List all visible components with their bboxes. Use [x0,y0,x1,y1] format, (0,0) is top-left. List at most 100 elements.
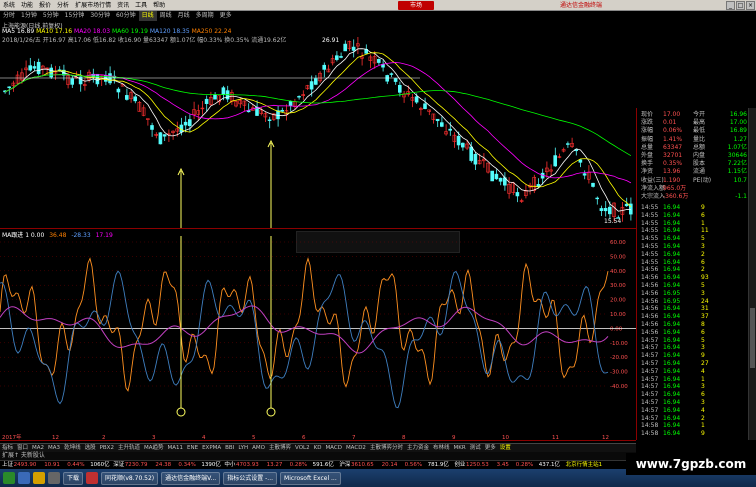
extension-row[interactable]: 扩展↑ 夫新股认 [0,452,636,460]
tick-q: 6 [701,211,705,219]
quote-v2: 1.27 [733,135,747,143]
quote-v1: 63347 [663,143,683,151]
candle-body [133,96,137,102]
tick-q: 5 [701,282,705,289]
tick-p: 16.94 [663,321,681,328]
tick-p: 16.94 [663,305,681,313]
period-tab[interactable]: 1分钟 [18,11,40,21]
candle-body [188,119,192,127]
menu-item-system[interactable]: 系统 [0,0,18,11]
period-tab[interactable]: 15分钟 [62,11,88,21]
tick-t: 14:57 [641,360,659,367]
tick-row: 14:56 16.94 31 [641,305,756,313]
site-watermark: www.7gpzb.com [626,453,756,475]
indicator-tabs: 指标 窗口 MA2 MA3 乾坤线 选股 PBX2 主升轨道 MA趋势 MA11 ENE EXPMA B… [0,443,636,452]
candle-body [599,208,604,211]
minimize-icon[interactable]: _ [726,1,735,10]
task-excel[interactable]: Microsoft Excel ... [280,471,341,485]
app-icon[interactable] [86,472,99,484]
tick-p: 16.94 [663,258,681,266]
tick-row: 14:56 16.94 2 [641,266,756,274]
tick-p: 16.94 [663,250,681,258]
tick-q: 8 [701,321,705,328]
index-value: 创业 [454,462,466,468]
tick-p: 16.94 [663,360,681,367]
tick-p: 16.94 [663,274,681,282]
tick-q: 1 [701,375,705,383]
period-tab-daily[interactable]: 日线 [138,11,157,21]
period-tab[interactable]: 30分钟 [87,11,113,21]
tick-p: 16.94 [663,227,681,235]
candle-body [603,208,608,212]
tick-q: 4 [701,406,705,414]
market-badge[interactable]: 市场 [398,1,434,10]
candle-body [313,78,318,85]
index-value: 437.1亿 [538,462,561,468]
index-value: 0.44% [67,462,85,468]
candle-body [591,182,595,187]
menu-item-help[interactable]: 帮助 [150,0,168,11]
tick-row: 14:57 16.94 3 [641,399,756,407]
candle-body [280,109,285,112]
quote-lab2: 内盘 [693,152,706,159]
candle-body [125,95,129,100]
index-value: 中小 [224,462,236,468]
index-value: 13.27 [266,462,283,468]
tick-t: 14:56 [641,297,659,305]
menu-item-analysis[interactable]: 分析 [54,0,72,11]
menu-item-news[interactable]: 资讯 [114,0,132,11]
tick-q: 3 [701,399,705,406]
candle-body [582,173,587,176]
period-tab[interactable]: 5分钟 [40,11,62,21]
app-icon[interactable] [48,472,60,484]
menu-item-quote[interactable]: 报价 [36,0,54,11]
browser-icon[interactable] [18,472,30,484]
task-formula[interactable]: 指标公式设置 -... [223,471,278,485]
quote-lab: 换手 [641,160,654,168]
candlestick-chart[interactable]: 26.91 15.54 [0,21,636,229]
period-tab[interactable]: 月线 [175,11,193,21]
quote-lab2: PE(动) [693,176,712,184]
quote-row: 振幅 1.41% 量比 1.27 [641,136,755,144]
period-tab[interactable]: 分时 [0,11,18,21]
quote-v1: 0.01 [663,119,677,127]
index-value: 深证 [113,462,125,468]
quote-lab2: 总额 [693,143,706,151]
tick-t: 14:55 [641,219,659,227]
tick-q: 3 [701,344,705,352]
task-download[interactable]: 下载 [63,471,84,485]
period-tab[interactable]: 60分钟 [113,11,139,21]
osc-axis-label: -40.00 [610,384,628,390]
folder-icon[interactable] [33,472,45,484]
task-tdx[interactable]: 通达信金融终端V... [161,471,221,485]
index-value: 0.28% [515,462,534,468]
date-axis-label: 4 [202,435,206,440]
tick-t: 14:56 [641,321,659,328]
tick-scrollbar[interactable] [748,108,756,440]
menu-item-tools[interactable]: 工具 [132,0,150,11]
quote-v1: 17.00 [663,111,681,118]
maximize-icon[interactable]: □ [736,1,745,10]
scroll-thumb[interactable] [750,308,755,368]
oscillator-chart[interactable]: 60.00 50.00 40.00 30.00 20.00 10.00 0.00 -10.00… [0,236,636,440]
close-icon[interactable]: × [746,1,755,10]
tick-t: 14:57 [641,399,659,406]
osc-axis-label: -20.00 [610,355,628,361]
quote-lab: 涨跌 [641,119,654,127]
start-icon[interactable] [3,472,15,484]
period-tab[interactable]: 周线 [157,11,175,21]
task-ths[interactable]: 同花顺(v8.70.52) [101,471,159,485]
tick-q: 2 [701,250,705,258]
tick-row: 14:58 16.94 1 [641,422,756,430]
period-tab[interactable]: 多周期 [193,11,217,21]
tick-q: 6 [701,391,705,399]
tick-row: 14:55 16.94 5 [641,235,756,243]
candle-body [297,96,301,98]
period-tab[interactable]: 更多 [217,11,235,21]
candle-body [334,55,339,60]
menu-item-function[interactable]: 功能 [18,0,36,11]
tick-q: 9 [701,204,705,211]
menu-item-ext-market[interactable]: 扩展市场行情 [72,0,114,11]
osc-axis-label: -10.00 [610,341,628,347]
tick-q: 3 [701,243,705,250]
